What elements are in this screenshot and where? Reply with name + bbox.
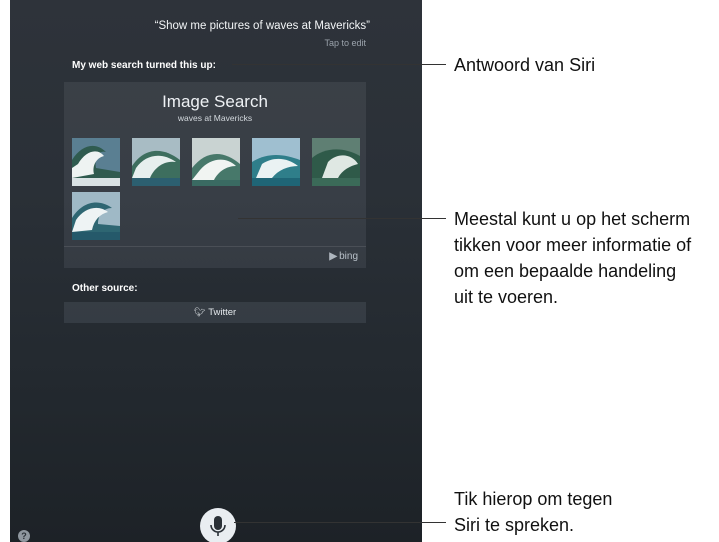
microphone-icon (210, 516, 226, 536)
callout-line: Siri te spreken. (454, 515, 575, 535)
help-icon: ? (21, 531, 27, 541)
card-subtitle: waves at Mavericks (177, 113, 253, 123)
microphone-button[interactable] (200, 508, 236, 542)
help-button[interactable]: ? (18, 530, 30, 542)
leader-line (232, 64, 446, 65)
tap-to-edit-link[interactable]: Tap to edit (10, 38, 366, 48)
card-title: Image Search (162, 92, 268, 111)
leader-line (238, 218, 446, 219)
image-thumbnail[interactable] (72, 138, 120, 186)
bing-label: bing (339, 251, 358, 262)
image-thumbnail[interactable] (192, 138, 240, 186)
callout-speak: Tik hierop om tegen Siri te spreken. (454, 486, 612, 538)
image-thumbnail[interactable] (252, 138, 300, 186)
siri-screen: “Show me pictures of waves at Mavericks”… (10, 0, 422, 542)
twitter-source-button[interactable]: 🐦︎ Twitter (64, 302, 366, 323)
image-thumbnail[interactable] (312, 138, 360, 186)
callout-line: uit te voeren. (454, 287, 559, 307)
callout-answer: Antwoord van Siri (454, 55, 596, 75)
leader-line (234, 522, 446, 523)
callout-line: om een bepaalde handeling (454, 261, 677, 281)
siri-query-text[interactable]: “Show me pictures of waves at Mavericks” (10, 20, 370, 32)
callout-tap-more: Meestal kunt u op het scherm tikken voor… (454, 206, 691, 310)
twitter-label: Twitter (208, 307, 237, 318)
twitter-bird-icon: 🐦︎ (193, 307, 206, 317)
image-thumbnail[interactable] (72, 192, 120, 240)
bing-attribution[interactable]: ▶ bing (329, 251, 358, 262)
bing-logo-icon: ▶ (329, 251, 338, 262)
card-divider (64, 246, 366, 247)
callout-line: tikken voor meer informatie of (454, 235, 692, 255)
callout-line: Tik hierop om tegen (454, 489, 613, 509)
image-thumbnail[interactable] (132, 138, 180, 186)
callout-line: Meestal kunt u op het scherm (454, 209, 691, 229)
other-source-heading: Other source: (72, 283, 138, 294)
image-search-card[interactable]: Image Search waves at Mavericks ▶ bing (64, 82, 366, 268)
response-heading: My web search turned this up: (72, 60, 216, 71)
